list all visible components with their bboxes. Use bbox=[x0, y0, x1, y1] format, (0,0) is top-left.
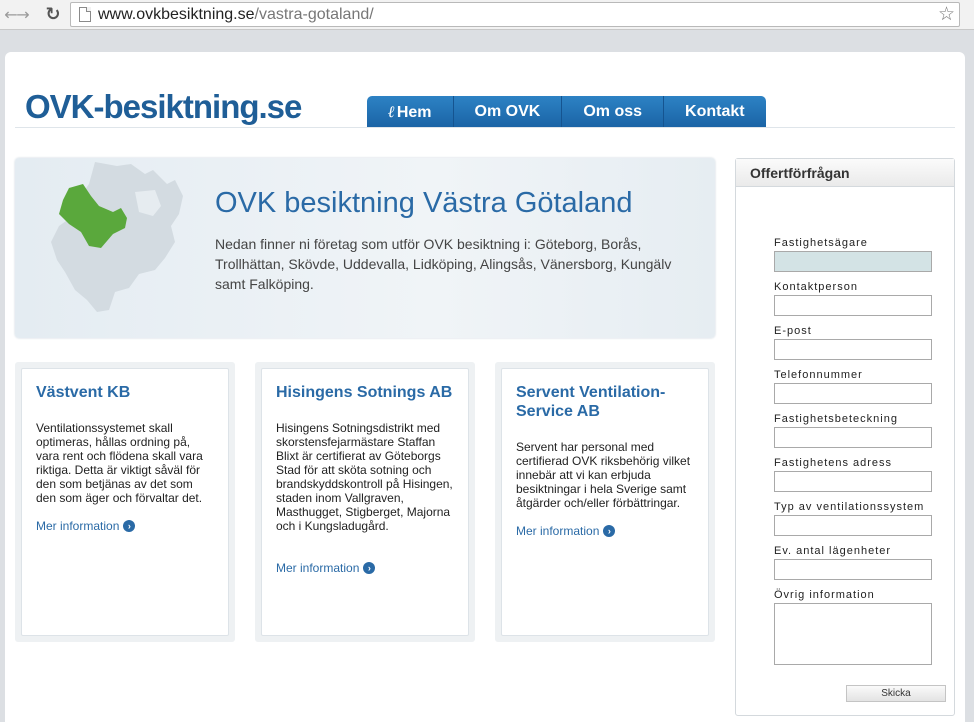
company-description: Servent har personal med certifierad OVK… bbox=[516, 440, 691, 510]
url-host: www.ovkbesiktning.se bbox=[98, 6, 255, 23]
more-info-label: Mer information bbox=[36, 519, 120, 533]
more-info-link[interactable]: Mer information › bbox=[36, 519, 136, 533]
nav-item-label: Om OVK bbox=[474, 103, 541, 120]
other-information-textarea[interactable] bbox=[774, 603, 932, 665]
company-card: Hisingens Sotnings AB Hisingens Sotnings… bbox=[255, 362, 475, 642]
nav-item-kontakt[interactable]: Kontakt bbox=[664, 96, 766, 128]
field-label: Kontaktperson bbox=[774, 281, 858, 293]
hero-description: Nedan finner ni företag som utför OVK be… bbox=[215, 236, 672, 292]
company-card: Västvent KB Ventilationssystemet skall o… bbox=[15, 362, 235, 642]
page-container: OVK-besiktning.se ℓ Hem Om OVK Om oss Kon… bbox=[5, 52, 965, 722]
forward-arrow-icon[interactable]: → bbox=[12, 3, 34, 25]
company-card: Servent Ventilation-Service AB Servent h… bbox=[495, 362, 715, 642]
nav-item-hem[interactable]: ℓ Hem bbox=[367, 96, 454, 128]
page-title: OVK besiktning Västra Götaland bbox=[215, 187, 633, 219]
company-description: Ventilationssystemet skall optimeras, hå… bbox=[36, 421, 203, 505]
more-info-label: Mer information bbox=[516, 524, 600, 538]
form-title: Offertförfrågan bbox=[736, 159, 954, 187]
property-owner-field[interactable] bbox=[774, 251, 932, 272]
field-label: Typ av ventilationssystem bbox=[774, 501, 925, 513]
chevron-right-circle-icon: › bbox=[603, 525, 616, 537]
field-label: Fastighetsägare bbox=[774, 237, 868, 249]
hero-banner: OVK besiktning Västra Götaland Nedan fin… bbox=[15, 158, 715, 338]
header-divider bbox=[15, 127, 955, 128]
phone-field[interactable] bbox=[774, 383, 932, 404]
more-info-link[interactable]: Mer information › bbox=[276, 561, 376, 575]
nav-item-om-ovk[interactable]: Om OVK bbox=[453, 96, 563, 128]
nav-item-label: Om oss bbox=[583, 103, 643, 120]
bookmark-star-icon[interactable]: ☆ bbox=[938, 3, 955, 25]
nav-item-om-oss[interactable]: Om oss bbox=[562, 96, 665, 128]
company-title[interactable]: Hisingens Sotnings AB bbox=[276, 383, 466, 402]
quote-request-form: Offertförfrågan Fastighetsägare Kontaktp… bbox=[735, 158, 955, 716]
ventilation-type-field[interactable] bbox=[774, 515, 932, 536]
chevron-right-circle-icon: › bbox=[363, 562, 376, 574]
url-text[interactable]: www.ovkbesiktning.se/vastra-gotaland/ bbox=[98, 6, 374, 24]
field-label: Fastighetsbeteckning bbox=[774, 413, 898, 425]
sweden-map-illustration bbox=[51, 162, 183, 312]
field-label: E-post bbox=[774, 325, 812, 337]
company-description: Hisingens Sotningsdistrikt med skorstens… bbox=[276, 421, 453, 533]
url-path: /vastra-gotaland/ bbox=[254, 6, 374, 23]
property-designation-field[interactable] bbox=[774, 427, 932, 448]
apartment-count-field[interactable] bbox=[774, 559, 932, 580]
nav-item-label: Hem bbox=[396, 104, 432, 121]
browser-toolbar: ← → ↻ www.ovkbesiktning.se/vastra-gotala… bbox=[0, 0, 974, 30]
more-info-label: Mer information bbox=[276, 561, 360, 575]
chevron-right-circle-icon: › bbox=[123, 520, 136, 532]
company-title[interactable]: Västvent KB bbox=[36, 383, 226, 402]
more-info-link[interactable]: Mer information › bbox=[516, 524, 616, 538]
home-icon: ℓ bbox=[388, 102, 395, 121]
page-icon bbox=[79, 7, 91, 22]
field-label: Telefonnummer bbox=[774, 369, 863, 381]
email-field[interactable] bbox=[774, 339, 932, 360]
company-title[interactable]: Servent Ventilation-Service AB bbox=[516, 383, 706, 421]
address-bar[interactable]: www.ovkbesiktning.se/vastra-gotaland/ ☆ bbox=[70, 2, 960, 27]
reload-icon[interactable]: ↻ bbox=[42, 3, 64, 25]
field-label: Ev. antal lägenheter bbox=[774, 545, 892, 557]
field-label: Fastighetens adress bbox=[774, 457, 893, 469]
submit-button[interactable]: Skicka bbox=[846, 685, 946, 702]
main-navigation: ℓ Hem Om OVK Om oss Kontakt bbox=[367, 96, 766, 128]
field-label: Övrig information bbox=[774, 589, 875, 601]
contact-person-field[interactable] bbox=[774, 295, 932, 316]
property-address-field[interactable] bbox=[774, 471, 932, 492]
site-logo[interactable]: OVK-besiktning.se bbox=[25, 88, 302, 126]
nav-item-label: Kontakt bbox=[685, 103, 745, 120]
